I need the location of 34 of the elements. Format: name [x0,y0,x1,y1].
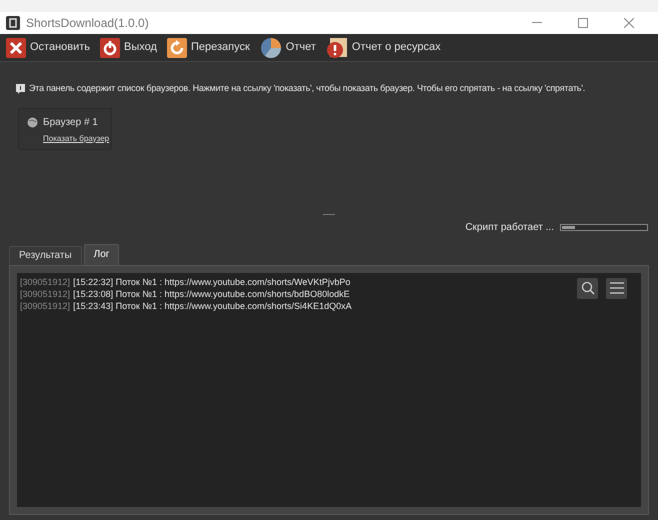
status-text: Скрипт работает ... [465,220,554,234]
log-line: [15:22:32] Поток №1 : https://www.youtube.com/shorts/WeVKtPjvbPo [73,276,350,288]
tab[interactable]: Лог [84,244,120,264]
close-icon [624,18,634,28]
toolbar-button[interactable]: Выход [100,38,157,58]
log-line: [15:23:08] Поток №1 : https://www.youtube.com/shorts/bdBO80lodkE [73,288,350,300]
pie-chart-icon [260,36,282,58]
window-title: ShortsDownload(1.0.0) [26,15,149,32]
toolbar-button[interactable]: Остановить [6,38,90,58]
warning-icon [326,36,348,58]
toolbar-button[interactable]: Отчет [260,36,316,58]
toolbar-button[interactable]: Отчет о ресурсах [326,36,441,58]
log-thread-id: [309051912] [20,288,70,300]
app-icon [6,16,20,30]
browser-name: Браузер # 1 [43,116,98,130]
refresh-icon [166,38,187,58]
search-button[interactable] [577,278,598,298]
maximize-icon [578,18,588,28]
globe-icon [27,116,38,128]
log-thread-id: [309051912] [20,276,70,288]
splitter-handle-icon [323,214,335,216]
search-icon [580,281,594,295]
tab[interactable]: Результаты [9,246,82,264]
info-text: Эта панель содержит список браузеров. Нажмите на ссылку 'показать', чтобы показать браузер. Чтобы его спрятать - на ссылку 'спрятать'. [29,82,586,95]
cross-icon [6,38,26,58]
minimize-icon [532,22,542,24]
log-line: [15:23:43] Поток №1 : https://www.youtube.com/shorts/Si4KE1dQ0xA [73,300,352,312]
info-icon [16,84,25,94]
menu-button[interactable] [606,278,627,298]
menu-icon [610,282,624,294]
toolbar-button[interactable]: Перезапуск [166,38,250,58]
log-thread-id: [309051912] [20,300,70,312]
show-browser-link[interactable]: Показать браузер [43,132,110,144]
power-icon [100,38,120,58]
